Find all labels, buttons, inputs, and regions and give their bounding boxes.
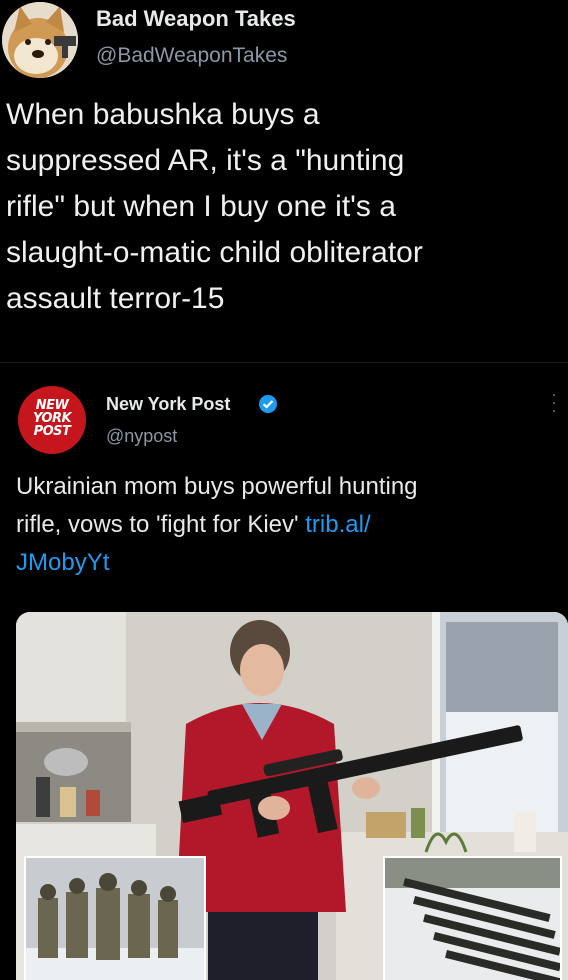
- soldiers-inset-photo: [24, 856, 206, 980]
- tweet-text: When babushka buys a suppressed AR, it's…: [6, 92, 561, 322]
- nypost-logo[interactable]: NEW YORK POST: [18, 386, 86, 454]
- rifles-inset-photo: [383, 856, 562, 980]
- tweet-text-line: When babushka buys a: [6, 98, 320, 131]
- tweet-text-line: assault terror-15: [6, 282, 225, 315]
- tweet-text-line: slaught-o-matic child obliterator: [6, 236, 423, 269]
- link-continued[interactable]: JMobyYt: [16, 549, 109, 576]
- article-photo[interactable]: [16, 612, 568, 980]
- logo-line: POST: [33, 424, 71, 439]
- link[interactable]: trib.al/: [305, 511, 370, 538]
- quoted-text: Ukrainian mom buys powerful hunting rifl…: [16, 468, 551, 582]
- author-name[interactable]: Bad Weapon Takes: [96, 6, 296, 32]
- quoted-text-segment: rifle, vows to 'fight for Kiev': [16, 511, 306, 538]
- author-avatar[interactable]: [2, 2, 78, 78]
- quoted-text-line: JMobyYt: [16, 544, 551, 582]
- author-handle[interactable]: @BadWeaponTakes: [96, 44, 287, 68]
- quoted-text-line: rifle, vows to 'fight for Kiev' trib.al/: [16, 506, 551, 544]
- quoted-text-line: Ukrainian mom buys powerful hunting: [16, 473, 418, 500]
- quoted-author-handle[interactable]: @nypost: [106, 426, 177, 447]
- divider: [0, 362, 568, 363]
- more-options-icon[interactable]: · · ·: [548, 385, 560, 419]
- verified-badge-icon: [259, 395, 277, 413]
- tweet-text-line: rifle" but when I buy one it's a: [6, 190, 396, 223]
- tweet-text-line: suppressed AR, it's a "hunting: [6, 144, 405, 177]
- quoted-author-name[interactable]: New York Post: [106, 394, 230, 415]
